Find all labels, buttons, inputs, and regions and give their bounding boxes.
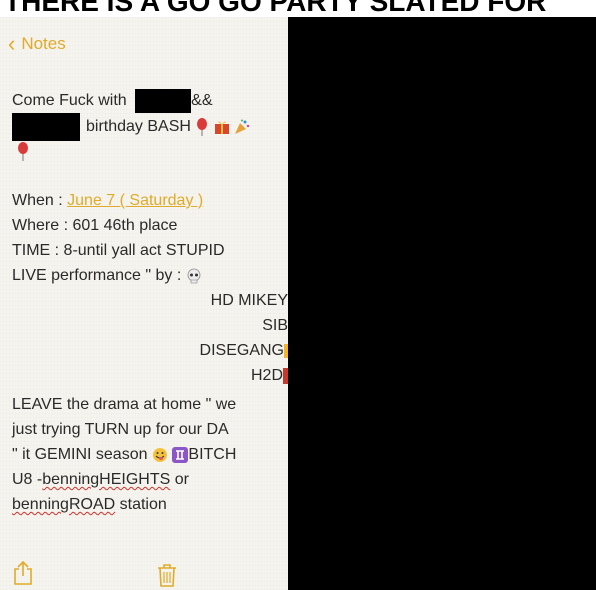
redaction-block xyxy=(135,89,192,113)
note-view: ‹ Notes Come Fuck with && birthday BASH … xyxy=(0,17,288,590)
back-label: Notes xyxy=(21,34,66,53)
note-line: Come Fuck with && xyxy=(12,89,213,113)
time-line: TIME : 8-until yall act STUPID xyxy=(12,242,225,259)
redaction-panel xyxy=(288,17,596,590)
act-line: HD MIKEY xyxy=(210,292,288,309)
act-line: SIB xyxy=(262,317,288,334)
leave-line: LEAVE the drama at home " we xyxy=(12,396,237,413)
tongue-face-icon xyxy=(152,447,167,462)
note-line: birthday BASH xyxy=(12,113,250,141)
act-line: DISEGANG xyxy=(200,341,288,361)
road-line: benningROAD station xyxy=(12,496,167,513)
trying-line: just trying TURN up for our DA xyxy=(12,421,229,438)
live-line: LIVE performance " by : xyxy=(12,266,202,286)
skull-icon xyxy=(187,268,201,284)
balloon-icon xyxy=(18,142,28,161)
u8-line: U8 -benningHEIGHTS or xyxy=(12,471,189,488)
act-line: H2D xyxy=(251,366,288,386)
trash-icon[interactable] xyxy=(156,563,178,587)
gemini-line: " it GEMINI season BITCH xyxy=(12,446,237,463)
gemini-icon xyxy=(172,446,189,463)
when-line: When : June 7 ( Saturday ) xyxy=(12,192,204,209)
gift-icon xyxy=(214,121,229,134)
headline: THERE IS A GO GO PARTY SLATED FOR xyxy=(4,0,547,17)
back-button[interactable]: ‹ Notes xyxy=(8,31,66,56)
balloon-icon xyxy=(197,118,208,136)
share-icon[interactable] xyxy=(12,560,34,586)
where-line: Where : 601 46th place xyxy=(12,217,178,234)
redaction-block xyxy=(12,113,80,141)
party-popper-icon xyxy=(235,119,250,134)
chevron-left-icon: ‹ xyxy=(8,31,16,56)
date-link[interactable]: June 7 ( Saturday ) xyxy=(67,192,203,209)
